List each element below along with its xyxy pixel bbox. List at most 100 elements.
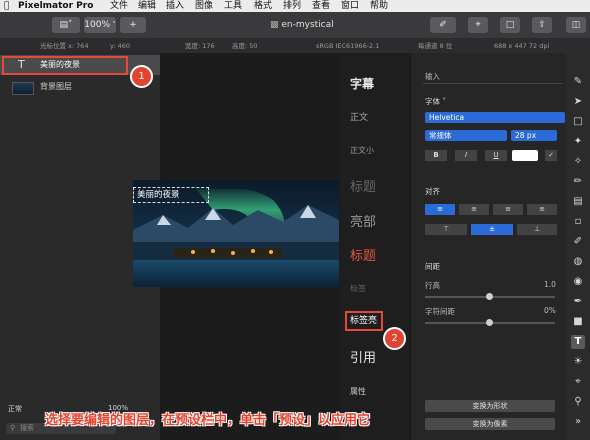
eyedropper-button[interactable]: ✓: [545, 150, 557, 161]
attributes-label: 属性: [350, 387, 366, 396]
align-center-button[interactable]: ≡: [459, 204, 489, 215]
layers-toggle-button[interactable]: ▤˅: [52, 17, 80, 33]
line-height-knob[interactable]: [486, 293, 493, 300]
text-color-well[interactable]: [512, 150, 538, 161]
zoom-icon[interactable]: ⚲: [571, 395, 585, 409]
magic-wand-icon[interactable]: ✧: [571, 155, 585, 169]
char-spacing-knob[interactable]: [486, 319, 493, 326]
layer-height: 高度: 50: [232, 42, 258, 50]
preset-quote[interactable]: 引用: [350, 347, 376, 366]
info-bar: 光标位置 x: 764 y: 460 宽度: 176 高度: 50 sRGB I…: [0, 39, 590, 53]
gradient-icon[interactable]: ▤: [571, 195, 585, 209]
font-size-field[interactable]: 28 px: [511, 130, 557, 141]
shape-icon[interactable]: ■: [571, 315, 585, 329]
menu-tools[interactable]: 工具: [224, 0, 242, 12]
preset-body[interactable]: 正文: [350, 110, 368, 123]
text-layer-frame[interactable]: 美丽的夜景: [133, 187, 209, 203]
line-height-label: 行高: [425, 281, 440, 290]
valign-bottom-button[interactable]: ⊥: [517, 224, 557, 235]
font-style-select[interactable]: 常规体: [425, 130, 507, 141]
tutorial-caption: 选择要编辑的图层，在预设栏中，单击「预设」以应用它: [45, 413, 371, 428]
layer-row-background[interactable]: 背景图层: [0, 77, 160, 97]
share-icon: ⇧: [538, 20, 546, 30]
selection-icon[interactable]: □: [571, 115, 585, 129]
quick-selection-icon[interactable]: ✦: [571, 135, 585, 149]
align-justify-icon: ≡: [539, 205, 545, 213]
preset-label[interactable]: 标签: [350, 283, 366, 294]
menu-file[interactable]: 文件: [110, 0, 128, 12]
bold-button[interactable]: B: [425, 150, 447, 161]
menu-view[interactable]: 查看: [312, 0, 330, 12]
image-dimensions: 688 x 447 72 dpi: [494, 42, 550, 50]
paint-style-icon[interactable]: ✎: [571, 75, 585, 89]
crop-button[interactable]: ⌖: [468, 17, 488, 33]
panel-icon: ◫: [571, 20, 581, 30]
erase-icon[interactable]: ▫: [571, 215, 585, 229]
menu-image[interactable]: 图像: [195, 0, 213, 12]
preset-title-dark[interactable]: 标题: [350, 176, 376, 195]
retouch-icon[interactable]: ✐: [571, 235, 585, 249]
italic-button[interactable]: I: [455, 150, 477, 161]
brush-icon: ✐: [439, 20, 447, 30]
align-left-button[interactable]: ≡: [425, 204, 455, 215]
menu-bar:  Pixelmator Pro 文件 编辑 插入 图像 工具 格式 排列 查看…: [0, 0, 590, 12]
menu-edit[interactable]: 编辑: [138, 0, 156, 12]
align-left-icon: ≡: [437, 205, 443, 213]
more-tools-icon[interactable]: »: [571, 415, 585, 429]
align-right-button[interactable]: ≡: [493, 204, 523, 215]
char-spacing-value[interactable]: 0%: [544, 306, 556, 315]
menu-window[interactable]: 窗口: [341, 0, 359, 12]
menu-arrange[interactable]: 排列: [283, 0, 301, 12]
search-icon: ⚲: [10, 424, 16, 432]
app-menu[interactable]: Pixelmator Pro: [18, 0, 93, 12]
document-title-text: en-mystical: [281, 20, 334, 30]
valign-top-button[interactable]: ⊤: [425, 224, 467, 235]
divider: [423, 83, 563, 84]
smudge-icon[interactable]: ◍: [571, 255, 585, 269]
align-justify-button[interactable]: ≡: [527, 204, 557, 215]
zoom-select[interactable]: 100% ˅: [84, 17, 116, 33]
valign-middle-button[interactable]: ±: [471, 224, 513, 235]
preset-body-small[interactable]: 正文小: [350, 145, 374, 156]
format-brush-button[interactable]: ✐: [430, 17, 456, 33]
share-button[interactable]: ⇧: [532, 17, 552, 33]
pen-icon[interactable]: ✒: [571, 295, 585, 309]
valign-top-icon: ⊤: [442, 225, 450, 233]
document-button[interactable]: □: [500, 17, 520, 33]
font-family-value: Helvetica: [429, 113, 465, 122]
spacing-section-label: 间距: [425, 262, 440, 271]
arrange-icon[interactable]: ➤: [571, 95, 585, 109]
preset-label-bright[interactable]: 标签亮: [345, 311, 383, 331]
line-height-value[interactable]: 1.0: [544, 280, 556, 289]
document-title: ▩ en-mystical: [270, 17, 334, 33]
valign-middle-icon: ±: [489, 225, 495, 233]
paint-icon[interactable]: ✏: [571, 175, 585, 189]
color-adjust-icon[interactable]: ◉: [571, 275, 585, 289]
preset-caption[interactable]: 字幕: [350, 75, 374, 92]
toolbar: ▤˅ 100% ˅ + ▩ en-mystical ✐ ⌖ □ ⇧ ◫: [0, 12, 590, 39]
inspector-toggle-button[interactable]: ◫: [566, 17, 586, 33]
layer-thumbnail: [12, 82, 34, 95]
font-family-select[interactable]: Helvetica: [425, 112, 565, 123]
text-inspector: 输入 字体 ˅ Helvetica 常规体 28 px B I U ✓ 对齐 ≡…: [410, 53, 567, 440]
font-size-value: 28 px: [515, 131, 537, 140]
menu-help[interactable]: 帮助: [370, 0, 388, 12]
preset-highlight[interactable]: 亮部: [350, 211, 376, 230]
preset-label-bright-text: 标签亮: [350, 316, 378, 326]
preset-title-red[interactable]: 标题: [350, 245, 376, 264]
effects-icon[interactable]: ☀: [571, 355, 585, 369]
canvas-image[interactable]: 美丽的夜景: [133, 180, 339, 287]
cursor-x: 光标位置 x: 764: [40, 42, 89, 50]
underline-button[interactable]: U: [485, 150, 507, 161]
blend-mode[interactable]: 正常: [8, 404, 22, 414]
search-placeholder: 搜索: [20, 424, 34, 432]
canvas-text[interactable]: 美丽的夜景: [137, 188, 180, 202]
zoom-value: 100%: [84, 20, 110, 30]
type-tool-icon[interactable]: T: [571, 335, 585, 349]
font-section-label[interactable]: 字体 ˅: [425, 96, 446, 107]
menu-format[interactable]: 格式: [254, 0, 272, 12]
apple-icon[interactable]: : [4, 0, 9, 12]
crop-tool-icon[interactable]: ⌖: [571, 375, 585, 389]
menu-insert[interactable]: 插入: [166, 0, 184, 12]
add-button[interactable]: +: [120, 17, 146, 33]
